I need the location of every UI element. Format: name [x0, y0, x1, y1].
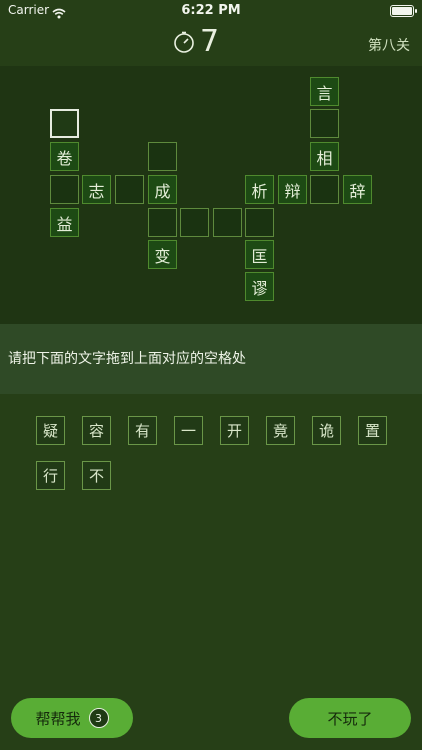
help-button[interactable]: 帮帮我 3 [11, 698, 133, 738]
board-cell[interactable] [50, 109, 79, 138]
instruction-bar: 请把下面的文字拖到上面对应的空格处 [0, 324, 422, 394]
quit-button[interactable]: 不玩了 [289, 698, 411, 738]
board-cell[interactable]: 卷 [50, 142, 79, 171]
timer-value: 7 [200, 24, 220, 59]
character-tile[interactable]: 诡 [312, 416, 341, 445]
board-cell[interactable]: 析 [245, 175, 274, 204]
character-tile[interactable]: 行 [36, 461, 65, 490]
board-cell[interactable]: 匡 [245, 240, 274, 269]
board-cell[interactable]: 成 [148, 175, 177, 204]
board-cell[interactable] [213, 208, 242, 237]
character-tray: 疑 容 有 一 开 竟 诡 置 行 不 [0, 394, 422, 684]
character-tile[interactable]: 容 [82, 416, 111, 445]
board-cell[interactable]: 谬 [245, 272, 274, 301]
battery-icon [390, 5, 417, 17]
board-cell[interactable]: 变 [148, 240, 177, 269]
instruction-text: 请把下面的文字拖到上面对应的空格处 [8, 351, 246, 367]
board-cell[interactable]: 辞 [343, 175, 372, 204]
status-time: 6:22 PM [181, 3, 241, 18]
board-cell[interactable]: 相 [310, 142, 339, 171]
board-cell[interactable]: 辩 [278, 175, 307, 204]
level-label: 第八关 [368, 38, 410, 54]
board-cell[interactable] [245, 208, 274, 237]
board-cell[interactable]: 志 [82, 175, 111, 204]
stopwatch-icon [172, 30, 196, 58]
board-cell[interactable] [115, 175, 144, 204]
character-tile[interactable]: 疑 [36, 416, 65, 445]
board-cell[interactable] [180, 208, 209, 237]
header: 7 第八关 [0, 22, 422, 66]
character-tile[interactable]: 有 [128, 416, 157, 445]
quit-button-label: 不玩了 [327, 709, 373, 728]
character-tile[interactable]: 一 [174, 416, 203, 445]
crossword-board: 言 卷 相 志 成 析 辩 辞 益 变 匡 谬 [0, 66, 422, 324]
character-tile[interactable]: 开 [220, 416, 249, 445]
board-cell[interactable] [310, 109, 339, 138]
board-cell[interactable]: 言 [310, 77, 339, 106]
character-tile[interactable]: 置 [358, 416, 387, 445]
character-tile[interactable]: 竟 [266, 416, 295, 445]
character-tile[interactable]: 不 [82, 461, 111, 490]
board-cell[interactable] [148, 142, 177, 171]
hint-count-badge: 3 [88, 708, 109, 728]
status-bar: Carrier 6:22 PM [0, 0, 422, 22]
board-cell[interactable]: 益 [50, 208, 79, 237]
board-cell[interactable] [148, 208, 177, 237]
help-button-label: 帮帮我 [35, 709, 81, 728]
board-cell[interactable] [50, 175, 79, 204]
board-cell[interactable] [310, 175, 339, 204]
